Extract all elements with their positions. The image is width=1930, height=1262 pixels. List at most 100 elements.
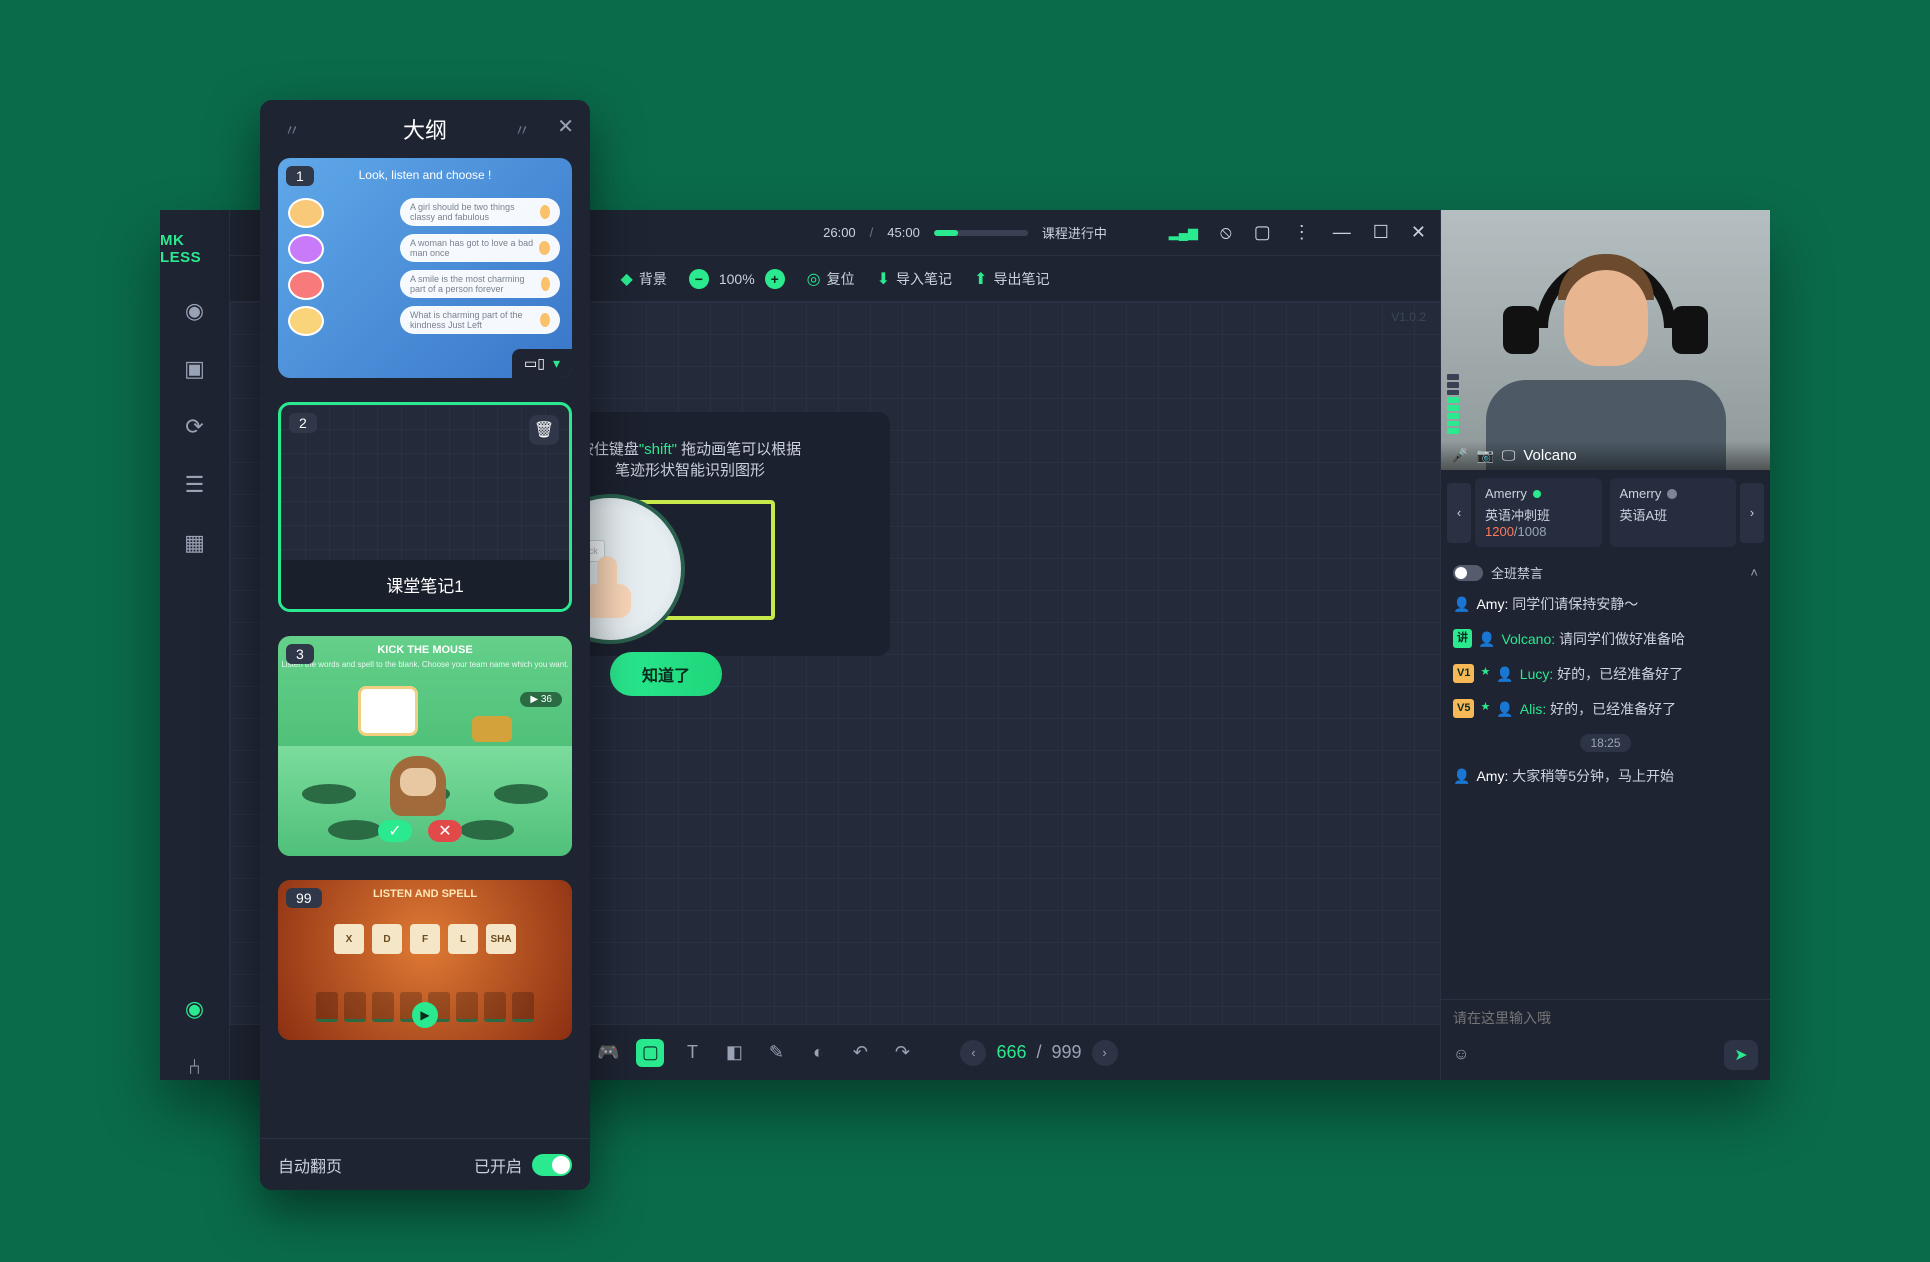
teacher-avatar-illustration bbox=[1441, 210, 1770, 470]
mute-all-row: 全班禁言 ˄ bbox=[1441, 555, 1770, 590]
prev-page-button[interactable]: ‹ bbox=[960, 1040, 986, 1066]
chat-input[interactable] bbox=[1453, 1010, 1758, 1026]
shape-tool-button[interactable]: ▢ bbox=[636, 1039, 664, 1067]
import-icon: ⬇ bbox=[877, 269, 890, 289]
time-current: 26:00 bbox=[823, 225, 856, 240]
collapse-chat-icon[interactable]: ˄ bbox=[1750, 565, 1758, 580]
class-prev-button[interactable]: ‹ bbox=[1447, 483, 1471, 543]
chat-input-area: ☺ ➤ bbox=[1441, 999, 1770, 1080]
close-panel-button[interactable]: ✕ bbox=[557, 114, 574, 139]
video-overlay: 🎤 📷 🖵 Volcano bbox=[1441, 441, 1770, 470]
pen-tool-button[interactable]: ✎ bbox=[762, 1039, 790, 1067]
chat-message: V5★ 👤 Alis: 好的，已经准备好了 bbox=[1453, 699, 1758, 720]
chat-list[interactable]: 👤 Amy: 同学们请保持安静～ 讲 👤 Volcano: 请同学们做好准备哈 … bbox=[1441, 590, 1770, 999]
quiz-option: What is charming part of the kindness Ju… bbox=[400, 306, 560, 334]
status-online-icon bbox=[1533, 490, 1541, 498]
class-next-button[interactable]: › bbox=[1740, 483, 1764, 543]
lesson-status: 课程进行中 bbox=[1042, 223, 1107, 242]
import-notes-button[interactable]: ⬇导入笔记 bbox=[877, 269, 952, 289]
close-button[interactable]: ✕ bbox=[1411, 222, 1426, 243]
zoom-value: 100% bbox=[719, 271, 755, 287]
refresh-camera-icon[interactable]: ⟳ bbox=[185, 414, 203, 440]
outline-panel: 〃 大纲 〃 ✕ 1 Look, listen and choose ! A g… bbox=[260, 100, 590, 1190]
teacher-video[interactable]: 🎤 📷 🖵 Volcano bbox=[1441, 210, 1770, 470]
status-away-icon bbox=[1667, 489, 1677, 499]
mic-icon[interactable]: 🎤 bbox=[1451, 447, 1468, 464]
quiz-option: A girl should be two things classy and f… bbox=[400, 198, 560, 226]
page-current: 666 bbox=[996, 1042, 1026, 1063]
user-icon: 👤 bbox=[1478, 629, 1495, 650]
reset-button[interactable]: ◎复位 bbox=[807, 269, 855, 289]
outline-note-card[interactable]: 2 🗑 课堂笔记1 bbox=[278, 402, 572, 612]
outline-title: 大纲 bbox=[403, 113, 447, 145]
outline-game-card[interactable]: 99 LISTEN AND SPELL X D F L SHA ▶ bbox=[278, 880, 572, 1040]
layout-icon: ▭▯ bbox=[524, 355, 545, 372]
letter-tile: F bbox=[410, 924, 440, 954]
text-tool-button[interactable]: T bbox=[678, 1039, 706, 1067]
game-title: LISTEN AND SPELL bbox=[278, 888, 572, 900]
page-sep: / bbox=[1036, 1042, 1041, 1063]
chevron-down-icon: ▾ bbox=[553, 355, 560, 372]
list-icon[interactable]: ☰ bbox=[185, 472, 205, 498]
mute-all-toggle[interactable] bbox=[1453, 565, 1483, 581]
page-total: 999 bbox=[1052, 1042, 1082, 1063]
brush-tool-button[interactable]: ◐ bbox=[804, 1039, 832, 1067]
eraser-tool-button[interactable]: ◧ bbox=[720, 1039, 748, 1067]
sidebar-right: 🎤 📷 🖵 Volcano ‹ Amerry 英语冲刺班 1200/1008 A… bbox=[1440, 210, 1770, 1080]
minimize-button[interactable]: — bbox=[1333, 222, 1351, 243]
slide-title: Look, listen and choose ! bbox=[278, 168, 572, 182]
class-selector: ‹ Amerry 英语冲刺班 1200/1008 Amerry 英语A班 › bbox=[1441, 470, 1770, 555]
decoration-icon: 〃 bbox=[284, 117, 300, 141]
letter-tile: X bbox=[334, 924, 364, 954]
background-button[interactable]: ◆背景 bbox=[621, 269, 667, 289]
chat-message: 👤 Amy: 同学们请保持安静～ bbox=[1453, 594, 1758, 615]
camera-icon[interactable]: ◉ bbox=[185, 298, 204, 324]
next-page-button[interactable]: › bbox=[1092, 1040, 1118, 1066]
class-card[interactable]: Amerry 英语冲刺班 1200/1008 bbox=[1475, 478, 1602, 547]
apps-icon[interactable]: ▦ bbox=[184, 530, 205, 556]
export-notes-button[interactable]: ⬆导出笔记 bbox=[974, 269, 1049, 289]
decoration-icon: 〃 bbox=[514, 117, 530, 141]
teacher-badge-icon: 讲 bbox=[1453, 629, 1472, 648]
letter-tile: D bbox=[372, 924, 402, 954]
chat-message: V1★ 👤 Lucy: 好的，已经准备好了 bbox=[1453, 664, 1758, 685]
gamepad-icon[interactable]: 🎮 bbox=[594, 1039, 622, 1067]
screen-icon[interactable]: 🖵 bbox=[1502, 447, 1516, 464]
finger-icon bbox=[583, 556, 631, 616]
class-card[interactable]: Amerry 英语A班 bbox=[1610, 478, 1737, 547]
auto-flip-toggle[interactable] bbox=[532, 1154, 572, 1176]
quiz-option: A woman has got to love a bad man once bbox=[400, 234, 560, 262]
check-icon: ✓ bbox=[378, 820, 412, 842]
mute-all-label: 全班禁言 bbox=[1491, 563, 1543, 582]
outline-list[interactable]: 1 Look, listen and choose ! A girl shoul… bbox=[260, 158, 590, 1138]
progress-bar[interactable] bbox=[934, 230, 1028, 236]
library-icon[interactable]: ⑃ bbox=[188, 1054, 201, 1080]
game-title: KICK THE MOUSE bbox=[278, 644, 572, 656]
undo-button[interactable]: ↶ bbox=[846, 1039, 874, 1067]
pager: ‹ 666 / 999 › bbox=[960, 1040, 1117, 1066]
delete-button[interactable]: 🗑 bbox=[529, 415, 559, 445]
emoji-icon[interactable]: ☺ bbox=[1453, 1046, 1469, 1064]
outline-game-card[interactable]: 3 KICK THE MOUSE Listen the words and sp… bbox=[278, 636, 572, 856]
vip-badge-icon: V1 bbox=[1453, 664, 1474, 683]
outline-header: 〃 大纲 〃 ✕ bbox=[260, 100, 590, 158]
send-button[interactable]: ➤ bbox=[1724, 1040, 1758, 1070]
monitor-icon[interactable]: ▢ bbox=[1254, 222, 1271, 243]
eye-off-icon[interactable]: ⦸ bbox=[1220, 222, 1232, 243]
camera-small-icon[interactable]: 📷 bbox=[1476, 447, 1493, 464]
slide-action-bar[interactable]: ▭▯ ▾ bbox=[512, 349, 572, 378]
outline-toggle-icon[interactable]: ◉ bbox=[185, 996, 204, 1022]
redo-button[interactable]: ↷ bbox=[888, 1039, 916, 1067]
slide-number: 1 bbox=[286, 166, 314, 186]
ab-card-icon[interactable]: ▣ bbox=[184, 356, 205, 382]
zoom-in-button[interactable]: + bbox=[765, 269, 785, 289]
export-icon: ⬆ bbox=[974, 269, 987, 289]
maximize-button[interactable]: ☐ bbox=[1373, 222, 1389, 243]
confirm-button[interactable]: 知道了 bbox=[610, 652, 722, 696]
zoom-out-button[interactable]: − bbox=[689, 269, 709, 289]
outline-slide-card[interactable]: 1 Look, listen and choose ! A girl shoul… bbox=[278, 158, 572, 378]
diamond-icon: ◆ bbox=[621, 269, 633, 289]
more-icon[interactable]: ⋮ bbox=[1293, 222, 1311, 243]
chat-timestamp: 18:25 bbox=[1580, 734, 1630, 752]
user-icon: 👤 bbox=[1453, 766, 1470, 787]
